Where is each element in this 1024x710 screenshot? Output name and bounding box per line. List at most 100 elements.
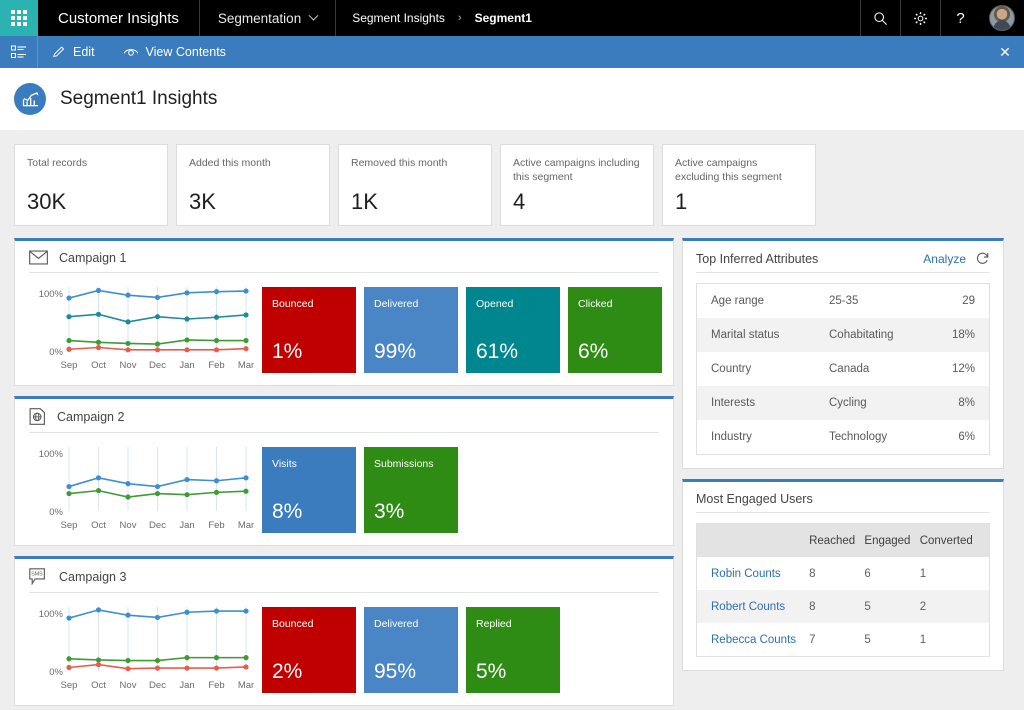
attribute-name: Country: [711, 363, 752, 375]
series-point: [154, 314, 161, 320]
campaign-title: Campaign 1: [59, 250, 127, 265]
table-row[interactable]: Robin Counts 8 6 1: [697, 557, 989, 590]
x-axis-tick-label: Dec: [149, 360, 166, 371]
metric-tile[interactable]: Clicked 6%: [568, 287, 662, 373]
close-button[interactable]: ✕: [986, 36, 1024, 68]
kpi-label: Total records: [27, 157, 88, 169]
panel-header: Top Inferred Attributes Analyze: [683, 241, 1003, 272]
attribute-value: Cohabitating: [829, 329, 894, 341]
line-chart: 0% 100% Sep Oct Nov Dec Jan Feb Mar: [39, 447, 254, 531]
attribute-percentage: 8%: [958, 397, 975, 409]
campaign-body: 0% 100% Sep Oct Nov Dec Jan Feb Mar Bounced 2% Del…: [15, 593, 673, 705]
user-avatar-button[interactable]: [980, 0, 1024, 36]
series-point: [213, 478, 220, 484]
main-content: Total records 30K Added this month 3K Re…: [0, 130, 1024, 710]
table-row[interactable]: Robert Counts 8 5 2: [697, 590, 989, 623]
converted-value: 1: [919, 633, 927, 646]
x-axis-tick-label: Dec: [149, 680, 166, 691]
series-point: [66, 615, 72, 621]
y-axis-tick-label: 100%: [39, 609, 64, 620]
series-point: [66, 314, 72, 320]
series-point: [95, 287, 102, 294]
breadcrumb-item-segment1[interactable]: Segment1: [475, 11, 532, 25]
command-bar: Edit View Contents ✕: [0, 36, 1024, 68]
chart-trend-icon: [22, 91, 38, 106]
table-row[interactable]: Country Canada 12%: [697, 352, 989, 386]
refresh-button[interactable]: [975, 251, 990, 266]
view-contents-button[interactable]: View Contents: [109, 36, 240, 68]
series-point: [66, 490, 72, 497]
metric-tile[interactable]: Bounced 2%: [262, 607, 356, 693]
campaign-panel: Campaign 1 0% 100% Sep Oct Nov Dec Jan Feb Mar B…: [14, 238, 674, 386]
x-axis-tick-label: Oct: [91, 520, 106, 531]
x-axis-tick-label: Jan: [179, 520, 194, 531]
series-point: [213, 665, 220, 671]
metric-tile[interactable]: Delivered 95%: [364, 607, 458, 693]
metric-tile[interactable]: Visits 8%: [262, 447, 356, 533]
attribute-percentage: 6%: [958, 431, 975, 443]
attribute-percentage: 18%: [951, 329, 975, 341]
campaign-chart: 0% 100% Sep Oct Nov Dec Jan Feb Mar: [29, 601, 254, 693]
metric-tile[interactable]: Replied 5%: [466, 607, 560, 693]
page-icon-badge: [14, 83, 46, 115]
breadcrumb: Segment Insights › Segment1: [336, 0, 860, 36]
top-navigation-bar: Customer Insights Segmentation Segment I…: [0, 0, 1024, 36]
user-name-link[interactable]: Robert Counts: [711, 601, 809, 613]
attribute-value: Cycling: [829, 397, 867, 409]
help-button[interactable]: ?: [940, 0, 980, 36]
settings-button[interactable]: [900, 0, 940, 36]
series-point: [154, 341, 161, 347]
list-view-button[interactable]: [0, 36, 38, 68]
series-point: [184, 337, 190, 343]
breadcrumb-item-segment-insights[interactable]: Segment Insights: [352, 11, 445, 25]
module-switcher[interactable]: Segmentation: [200, 0, 337, 36]
table-row[interactable]: Age range 25-35 29: [697, 284, 989, 318]
table-row[interactable]: Interests Cycling 8%: [697, 386, 989, 420]
user-name-link[interactable]: Rebecca Counts: [711, 634, 809, 646]
pencil-icon: [53, 46, 65, 57]
metric-tile-value: 61%: [476, 340, 519, 363]
series-point: [184, 609, 190, 615]
metric-tile[interactable]: Opened 61%: [466, 287, 560, 373]
panel-title: Top Inferred Attributes: [696, 251, 819, 266]
analyze-link[interactable]: Analyze: [923, 252, 966, 266]
x-axis-tick-label: Dec: [149, 520, 166, 531]
table-row[interactable]: Marital status Cohabitating 18%: [697, 318, 989, 352]
user-name-link[interactable]: Robin Counts: [711, 568, 809, 580]
metric-tile[interactable]: Submissions 3%: [364, 447, 458, 533]
x-axis-tick-label: Nov: [120, 680, 137, 691]
metric-tile[interactable]: Delivered 99%: [364, 287, 458, 373]
x-axis-tick-label: Feb: [208, 680, 224, 691]
search-button[interactable]: [860, 0, 900, 36]
divider: [696, 272, 990, 273]
series-point: [213, 337, 220, 344]
series-point: [243, 312, 249, 318]
table-row[interactable]: Industry Technology 6%: [697, 420, 989, 454]
kpi-card-row: Total records 30K Added this month 3K Re…: [0, 130, 1024, 226]
avatar: [989, 5, 1015, 31]
y-axis-tick-label: 0%: [49, 507, 63, 518]
table-row[interactable]: Rebecca Counts 7 5 1: [697, 623, 989, 656]
attribute-name: Interests: [711, 397, 756, 409]
metric-tile-label: Bounced: [272, 618, 314, 630]
series-point: [95, 607, 102, 613]
edit-button[interactable]: Edit: [38, 36, 109, 68]
kpi-card: Added this month 3K: [176, 144, 330, 226]
attribute-value: Canada: [829, 363, 870, 375]
engaged-value: 5: [864, 633, 871, 646]
metric-tile[interactable]: Bounced 1%: [262, 287, 356, 373]
metric-tile-value: 5%: [476, 660, 507, 683]
kpi-card: Total records 30K: [14, 144, 168, 226]
column-header: Converted: [919, 534, 973, 547]
help-icon: ?: [956, 9, 965, 27]
attribute-name: Marital status: [711, 329, 780, 341]
waffle-menu-button[interactable]: [0, 0, 38, 36]
campaign-header: Campaign 2: [15, 399, 673, 432]
module-switcher-label: Segmentation: [217, 10, 302, 26]
campaign-metric-tiles: Bounced 1% Delivered 99% Opened 61% Clicked 6%: [262, 281, 662, 373]
insights-column: Top Inferred Attributes Analyze Age rang…: [682, 238, 1004, 671]
page-header: Segment1 Insights: [0, 68, 1024, 130]
metric-tile-label: Opened: [476, 298, 514, 310]
y-axis-tick-label: 100%: [39, 289, 64, 300]
series-point: [95, 488, 102, 494]
